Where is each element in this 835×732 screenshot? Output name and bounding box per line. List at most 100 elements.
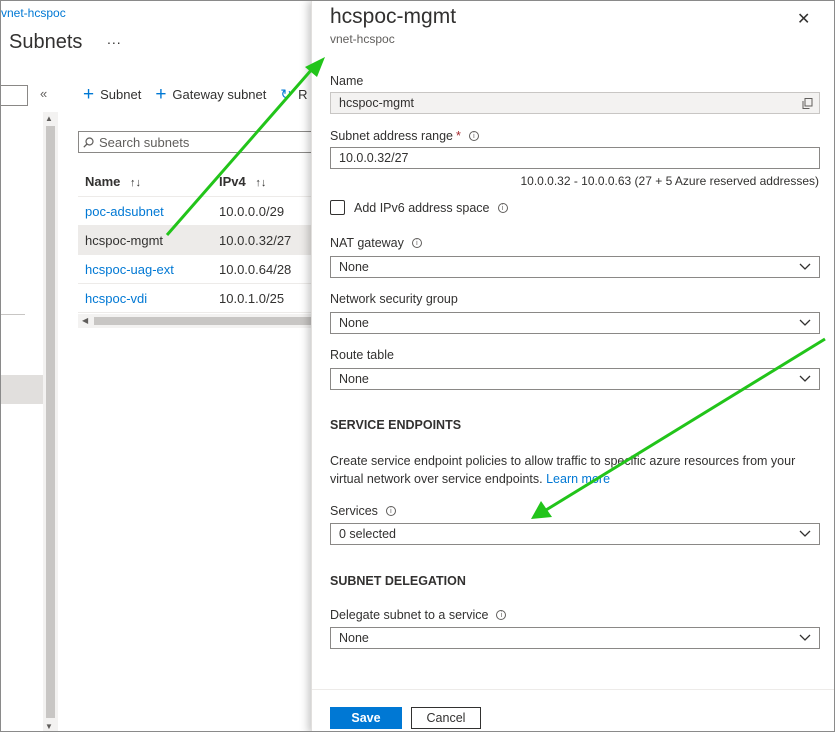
table-header: Name ↑↓ IPv4 ↑↓ bbox=[78, 167, 318, 197]
collapse-menu-button[interactable]: « bbox=[40, 86, 47, 101]
subnet-name-link[interactable]: hcspoc-mgmt bbox=[78, 233, 211, 248]
refresh-button[interactable]: ↻ R bbox=[280, 86, 307, 103]
more-options-button[interactable]: ... bbox=[107, 31, 122, 47]
plus-icon: + bbox=[83, 83, 95, 105]
page-title: Subnets bbox=[9, 31, 83, 53]
add-gateway-subnet-button[interactable]: + Gateway subnet bbox=[155, 83, 267, 105]
save-button[interactable]: Save bbox=[330, 707, 402, 729]
name-label-text: Name bbox=[330, 74, 364, 88]
plus-icon: + bbox=[155, 83, 167, 105]
subnet-delegation-heading: SUBNET DELEGATION bbox=[330, 574, 466, 588]
address-range-label: Subnet address range * i bbox=[330, 129, 479, 143]
services-dropdown[interactable]: 0 selected bbox=[330, 523, 820, 545]
subnet-name-link[interactable]: poc-adsubnet bbox=[78, 204, 211, 219]
panel-footer: Save Cancel bbox=[312, 689, 834, 731]
nsg-value: None bbox=[339, 316, 369, 330]
cancel-button[interactable]: Cancel bbox=[411, 707, 481, 729]
chevron-down-icon bbox=[799, 263, 811, 270]
search-subnets-input[interactable]: Search subnets bbox=[78, 131, 318, 153]
refresh-icon: ↻ bbox=[280, 86, 293, 102]
horizontal-scrollbar[interactable]: ◀ bbox=[78, 314, 318, 328]
scroll-thumb[interactable] bbox=[46, 126, 55, 718]
nsg-label-text: Network security group bbox=[330, 292, 458, 306]
table-row[interactable]: hcspoc-uag-ext 10.0.0.64/28 bbox=[78, 255, 318, 284]
scroll-left-icon[interactable]: ◀ bbox=[82, 314, 88, 328]
nav-divider bbox=[1, 314, 25, 315]
column-header-ipv4[interactable]: IPv4 ↑↓ bbox=[211, 174, 311, 189]
name-field: hcspoc-mgmt bbox=[330, 92, 820, 114]
chevron-down-icon bbox=[799, 375, 811, 382]
name-label: Name bbox=[330, 74, 363, 88]
subnets-blade: vnet-hcspoc Subnets ... « ▲ ▼ + Subnet +… bbox=[1, 1, 318, 731]
address-range-value: 10.0.0.32/27 bbox=[339, 151, 409, 165]
toolbar: + Subnet + Gateway subnet ↻ R bbox=[83, 83, 322, 105]
nat-gateway-value: None bbox=[339, 260, 369, 274]
table-row[interactable]: poc-adsubnet 10.0.0.0/29 bbox=[78, 197, 318, 226]
sort-icon[interactable]: ↑↓ bbox=[130, 177, 141, 189]
delegate-dropdown[interactable]: None bbox=[330, 627, 820, 649]
breadcrumb[interactable]: vnet-hcspoc bbox=[1, 6, 66, 20]
add-subnet-label: Subnet bbox=[100, 87, 142, 102]
scroll-down-icon[interactable]: ▼ bbox=[45, 722, 53, 731]
service-endpoints-heading: SERVICE ENDPOINTS bbox=[330, 418, 462, 432]
name-value: hcspoc-mgmt bbox=[339, 96, 415, 110]
subnet-name-link[interactable]: hcspoc-uag-ext bbox=[78, 262, 211, 277]
services-label-text: Services bbox=[330, 504, 378, 518]
address-range-label-text: Subnet address range bbox=[330, 129, 454, 143]
column-header-name-label: Name bbox=[85, 174, 121, 189]
panel-title: hcspoc-mgmt bbox=[330, 5, 457, 28]
required-marker: * bbox=[456, 129, 461, 143]
screenshot-frame: vnet-hcspoc Subnets ... « ▲ ▼ + Subnet +… bbox=[0, 0, 835, 732]
vertical-scrollbar[interactable]: ▲ ▼ bbox=[43, 112, 58, 731]
chevron-down-icon bbox=[799, 530, 811, 537]
chevron-down-icon bbox=[799, 634, 811, 641]
service-endpoints-description: Create service endpoint policies to allo… bbox=[330, 452, 810, 488]
route-table-dropdown[interactable]: None bbox=[330, 368, 820, 390]
info-icon[interactable]: i bbox=[496, 610, 507, 620]
sort-icon[interactable]: ↑↓ bbox=[255, 177, 266, 189]
subnet-ipv4: 10.0.0.0/29 bbox=[219, 203, 285, 219]
table-row[interactable]: hcspoc-vdi 10.0.1.0/25 bbox=[78, 284, 318, 313]
add-subnet-button[interactable]: + Subnet bbox=[83, 83, 142, 105]
ipv6-checkbox[interactable] bbox=[330, 200, 345, 215]
services-value: 0 selected bbox=[339, 527, 396, 541]
table-row-selected[interactable]: hcspoc-mgmt 10.0.0.32/27 bbox=[78, 226, 318, 255]
address-range-hint: 10.0.0.32 - 10.0.0.63 (27 + 5 Azure rese… bbox=[520, 174, 819, 188]
subnet-name-link[interactable]: hcspoc-vdi bbox=[78, 291, 211, 306]
column-header-name[interactable]: Name ↑↓ bbox=[78, 174, 211, 189]
route-table-value: None bbox=[339, 372, 369, 386]
panel-subtitle: vnet-hcspoc bbox=[330, 32, 395, 46]
ipv6-label-text: Add IPv6 address space bbox=[354, 201, 490, 215]
nat-gateway-label: NAT gateway i bbox=[330, 236, 422, 250]
scroll-up-icon[interactable]: ▲ bbox=[45, 114, 53, 123]
nav-selected-item[interactable] bbox=[1, 375, 43, 404]
edit-subnet-panel: hcspoc-mgmt vnet-hcspoc ✕ Name hcspoc-mg… bbox=[311, 1, 834, 731]
nsg-label: Network security group bbox=[330, 292, 458, 306]
delegate-label: Delegate subnet to a service i bbox=[330, 608, 507, 622]
subnet-ipv4: 10.0.0.32/27 bbox=[219, 232, 292, 248]
scroll-thumb[interactable] bbox=[94, 317, 318, 325]
subnet-ipv4: 10.0.0.64/28 bbox=[219, 261, 292, 277]
subnets-table: Name ↑↓ IPv4 ↑↓ poc-adsubnet 10.0.0.0/29… bbox=[78, 167, 318, 313]
info-icon[interactable]: i bbox=[411, 238, 422, 248]
subnet-ipv4: 10.0.1.0/25 bbox=[219, 290, 285, 306]
close-icon[interactable]: ✕ bbox=[797, 9, 810, 29]
address-range-input[interactable]: 10.0.0.32/27 bbox=[330, 147, 820, 169]
nat-gateway-label-text: NAT gateway bbox=[330, 236, 404, 250]
info-icon[interactable]: i bbox=[497, 203, 508, 213]
search-placeholder: Search subnets bbox=[99, 134, 190, 150]
add-gateway-subnet-label: Gateway subnet bbox=[172, 87, 267, 102]
chevron-down-icon bbox=[799, 319, 811, 326]
search-icon bbox=[83, 136, 94, 148]
copy-icon[interactable] bbox=[802, 98, 813, 109]
learn-more-link[interactable]: Learn more bbox=[546, 472, 610, 486]
info-icon[interactable]: i bbox=[468, 131, 479, 141]
nat-gateway-dropdown[interactable]: None bbox=[330, 256, 820, 278]
nsg-dropdown[interactable]: None bbox=[330, 312, 820, 334]
delegate-value: None bbox=[339, 631, 369, 645]
route-table-label-text: Route table bbox=[330, 348, 394, 362]
route-table-label: Route table bbox=[330, 348, 394, 362]
resource-menu-search-input[interactable] bbox=[1, 85, 28, 106]
info-icon[interactable]: i bbox=[385, 506, 396, 516]
ipv6-label: Add IPv6 address space i bbox=[354, 201, 508, 215]
